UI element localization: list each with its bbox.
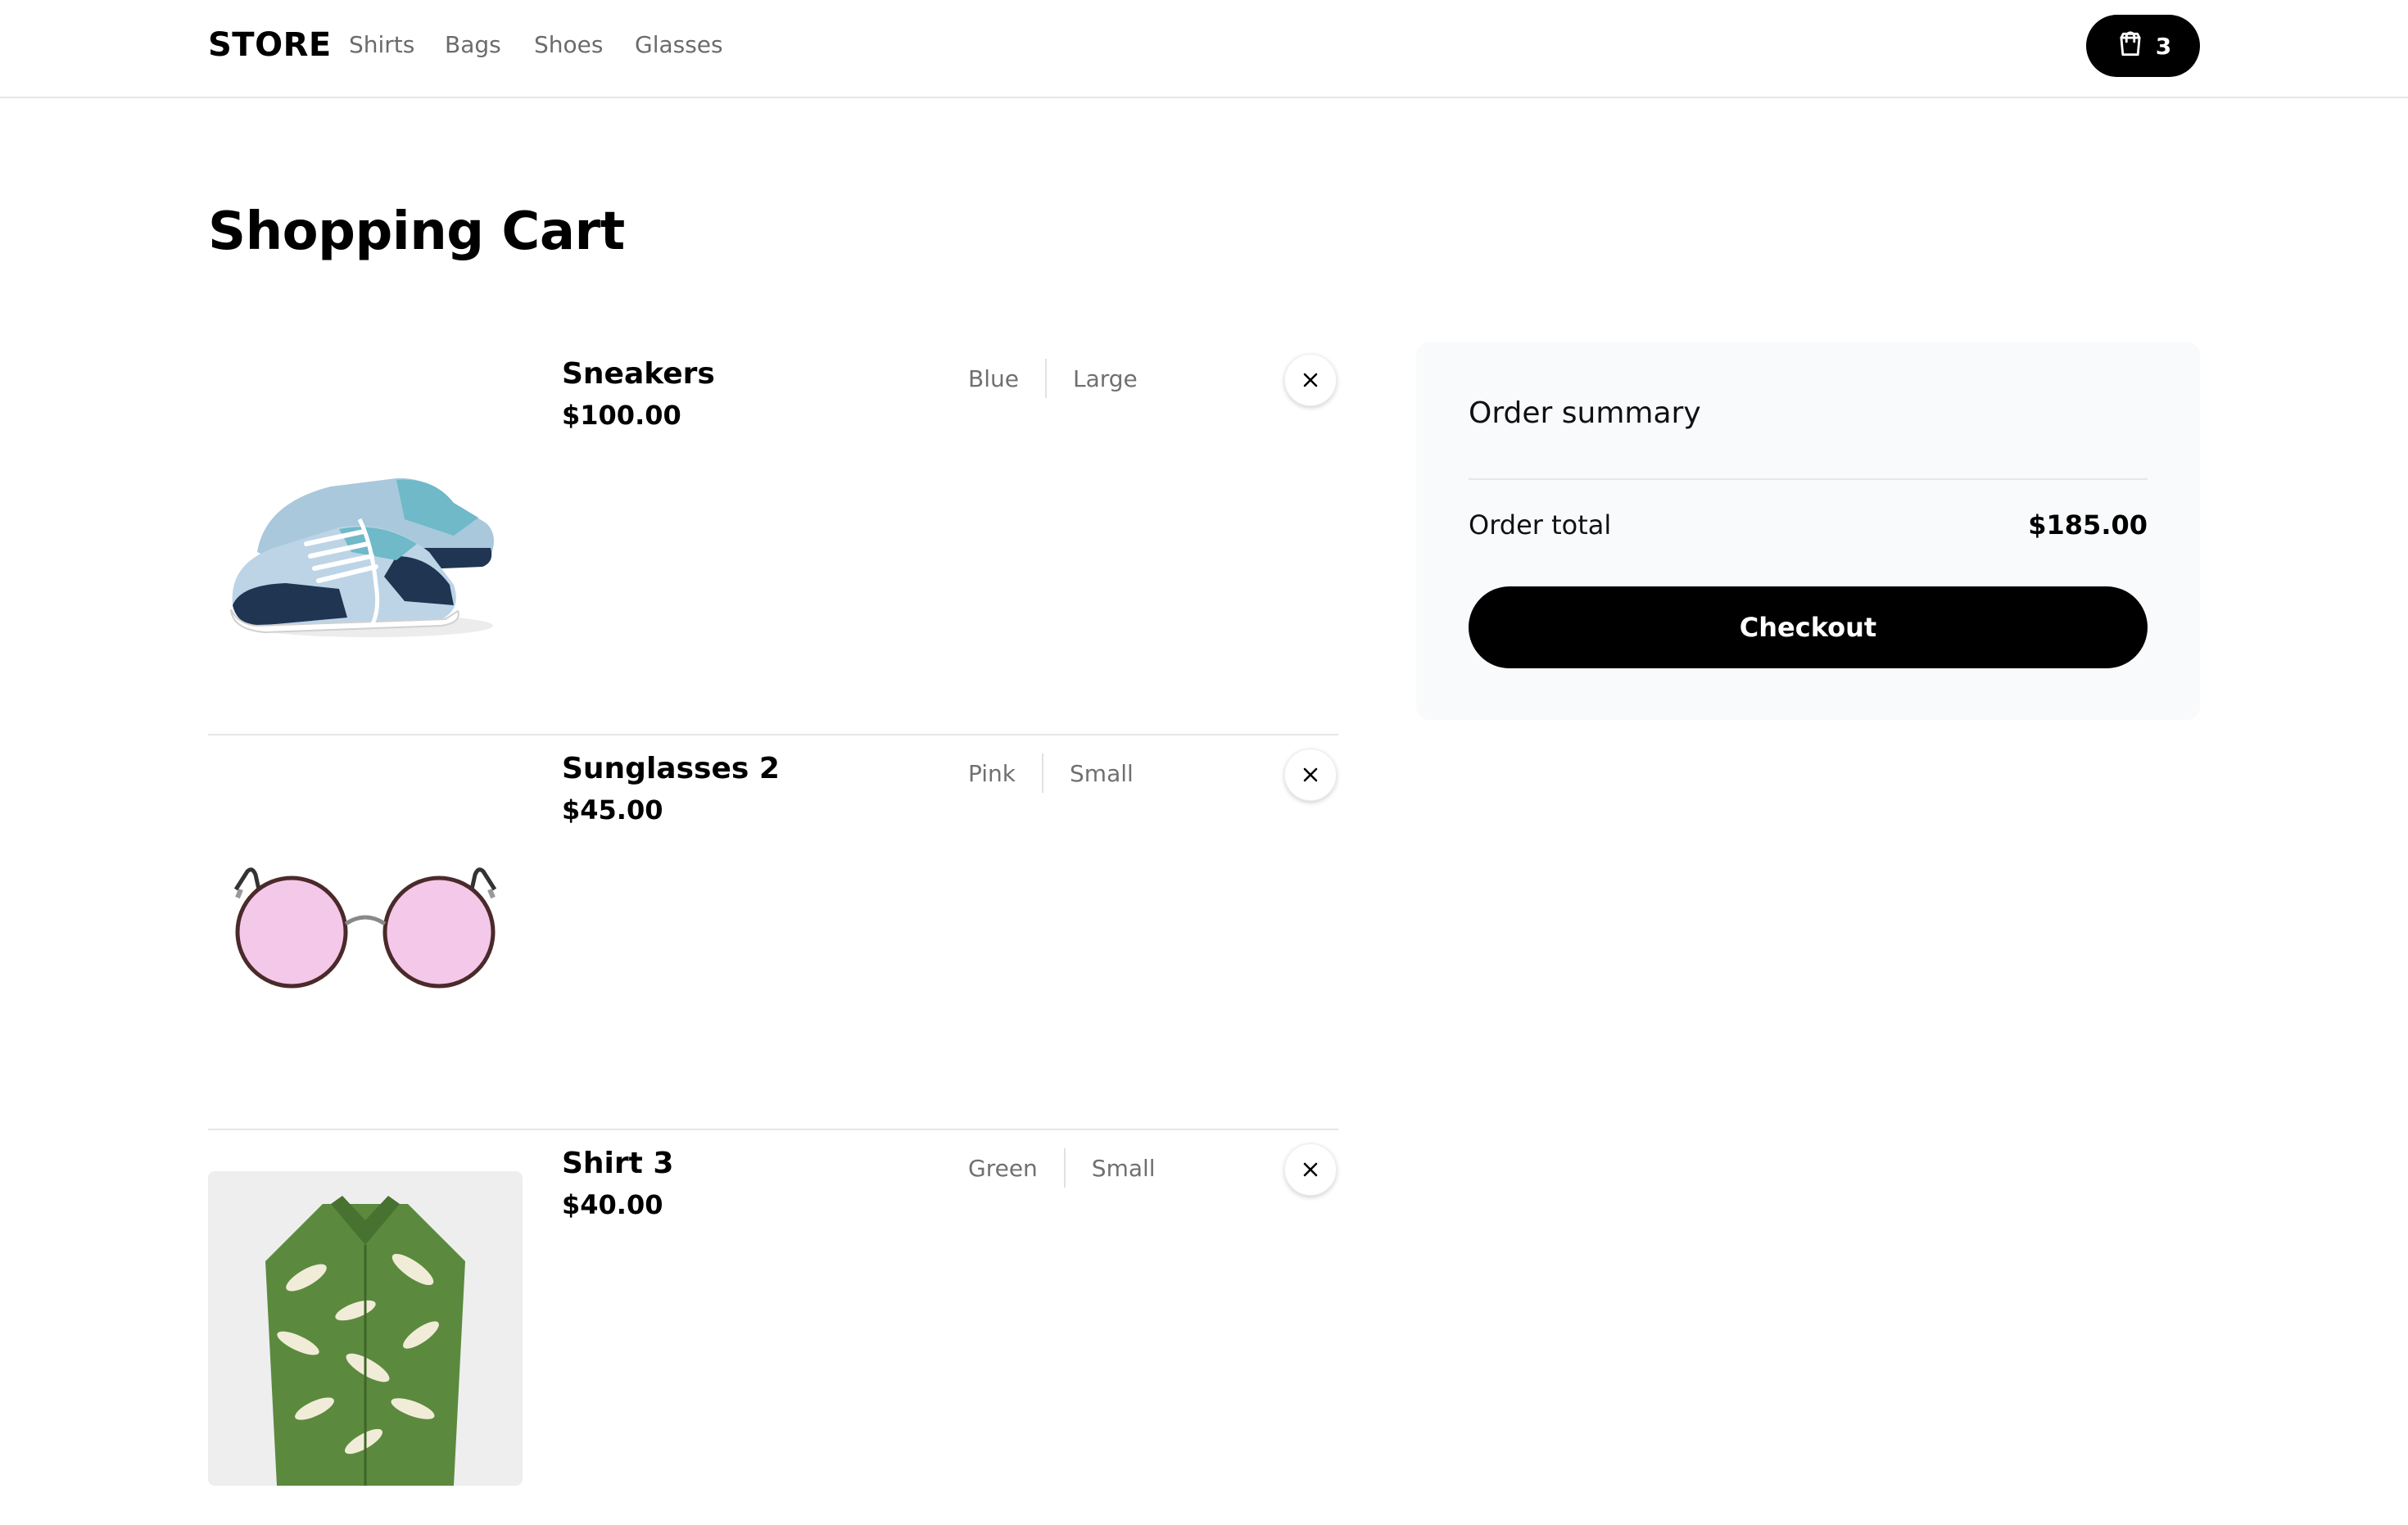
cart-item: Sunglasses 2 $45.00 Pink Small [208, 735, 1338, 1130]
item-price: $100.00 [562, 400, 681, 431]
item-color: Blue [968, 364, 1019, 392]
close-icon [1303, 767, 1318, 782]
cart-item: Shirt 3 $40.00 Green Small [208, 1130, 1338, 1525]
item-options: Pink Small [968, 753, 1134, 793]
cart-button[interactable]: 3 [2086, 15, 2200, 77]
remove-item-button[interactable] [1284, 1143, 1337, 1196]
nav-link-shoes[interactable]: Shoes [534, 31, 603, 58]
top-navigation-bar: STORE Shirts Bags Shoes Glasses 3 [0, 0, 2408, 98]
close-icon [1303, 373, 1318, 387]
item-name[interactable]: Sunglasses 2 [562, 752, 780, 785]
shopping-bag-icon [2115, 29, 2146, 63]
item-size: Small [1070, 759, 1134, 787]
product-image-sunglasses[interactable] [208, 775, 523, 1089]
item-options: Green Small [968, 1148, 1156, 1188]
item-size: Small [1091, 1154, 1156, 1182]
nav-link-shirts[interactable]: Shirts [349, 31, 414, 58]
order-summary-title: Order summary [1469, 396, 1701, 430]
item-color: Pink [968, 759, 1016, 787]
store-logo[interactable]: STORE [208, 26, 332, 64]
option-divider [1044, 359, 1047, 398]
order-summary-panel: Order summary Order total $185.00 Checko… [1416, 342, 2200, 720]
summary-divider [1469, 478, 2148, 480]
option-divider [1063, 1148, 1066, 1188]
checkout-button[interactable]: Checkout [1469, 586, 2148, 668]
item-options: Blue Large [968, 359, 1138, 398]
product-image-shirt[interactable] [208, 1171, 523, 1486]
order-total-label: Order total [1469, 509, 1612, 541]
item-price: $45.00 [562, 794, 663, 826]
item-size: Large [1072, 364, 1138, 392]
page-title: Shopping Cart [208, 201, 625, 262]
close-icon [1303, 1162, 1318, 1177]
nav-link-glasses[interactable]: Glasses [635, 31, 723, 58]
item-price: $40.00 [562, 1189, 663, 1220]
order-total-value: $185.00 [2028, 509, 2148, 541]
nav-link-bags[interactable]: Bags [445, 31, 501, 58]
cart-count: 3 [2155, 32, 2172, 60]
item-color: Green [968, 1154, 1038, 1182]
remove-item-button[interactable] [1284, 354, 1337, 406]
option-divider [1042, 753, 1044, 793]
item-name[interactable]: Sneakers [562, 357, 715, 391]
cart-item: Sneakers $100.00 Blue Large [208, 341, 1338, 735]
item-name[interactable]: Shirt 3 [562, 1147, 673, 1180]
remove-item-button[interactable] [1284, 749, 1337, 801]
product-image-sneakers[interactable] [208, 380, 523, 695]
